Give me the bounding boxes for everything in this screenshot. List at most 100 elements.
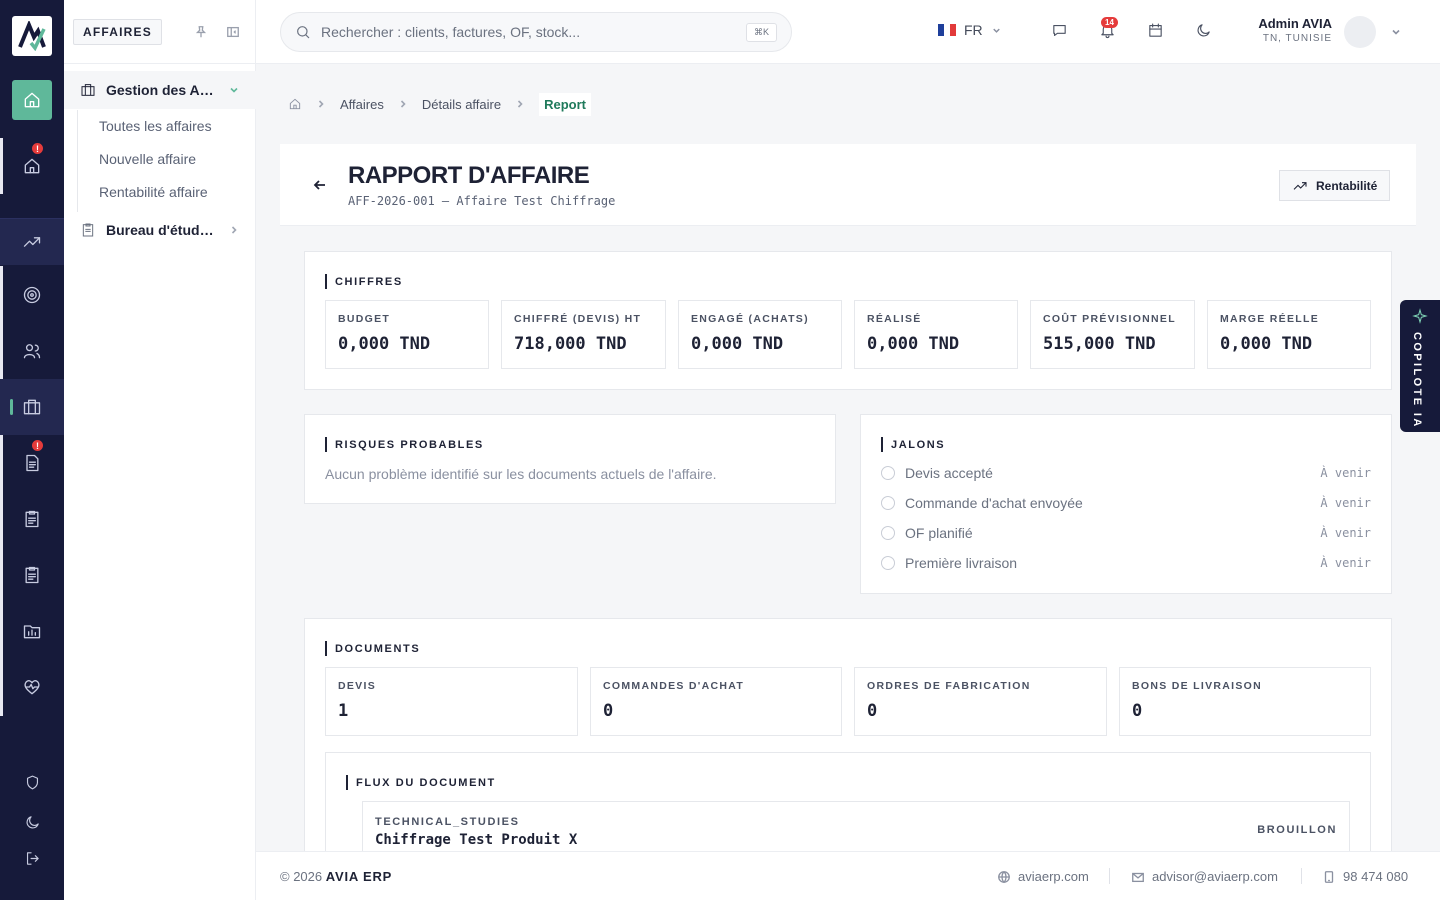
- kpi-marge-reelle: MARGE RÉELLE 0,000 TND: [1207, 300, 1371, 369]
- chevron-right-icon: [318, 100, 324, 108]
- logo-icon: [18, 21, 46, 51]
- kpi-label: CHIFFRÉ (DEVIS) HT: [514, 313, 642, 325]
- footer-copyright: © 2026 AVIA ERP: [280, 869, 392, 884]
- kpi-value: 0,000 TND: [691, 334, 784, 354]
- kpi-cout-previsionnel: COÛT PRÉVISIONNEL 515,000 TND: [1030, 300, 1195, 369]
- footer-phone[interactable]: 98 474 080: [1322, 869, 1408, 884]
- footer-email[interactable]: advisor@aviaerp.com: [1131, 869, 1278, 884]
- avatar[interactable]: [1344, 16, 1376, 48]
- doc-count-label: COMMANDES D'ACHAT: [603, 680, 745, 692]
- search-icon: [297, 26, 310, 39]
- milestone-status-icon: [881, 466, 895, 480]
- home-icon[interactable]: [288, 97, 302, 111]
- footer-email-text: advisor@aviaerp.com: [1152, 869, 1278, 884]
- flux-title: FLUX DU DOCUMENT: [346, 775, 496, 790]
- global-search[interactable]: ⌘K: [280, 12, 792, 52]
- doc-count-devis[interactable]: DEVIS 1: [325, 667, 578, 736]
- language-selector[interactable]: FR: [938, 22, 1002, 38]
- rail-logout-button[interactable]: [0, 830, 64, 886]
- arrow-left-icon[interactable]: [312, 177, 328, 193]
- folder-chart-icon: [23, 625, 41, 639]
- footer-year: © 2026: [280, 869, 323, 884]
- footer-brand: AVIA ERP: [325, 869, 393, 884]
- rentabilite-button-label: Rentabilité: [1316, 178, 1378, 193]
- briefcase-icon: [81, 84, 95, 96]
- sidebar-group-label: Bureau d'études: [106, 222, 214, 238]
- page-subtitle: AFF-2026-001 — Affaire Test Chiffrage: [348, 194, 616, 208]
- rail-alert-badge: !: [31, 439, 44, 452]
- rail-reports-button[interactable]: [0, 603, 64, 659]
- messages-button[interactable]: [1051, 22, 1071, 42]
- globe-icon: [998, 870, 1010, 883]
- sidebar-item-rentabilite[interactable]: Rentabilité affaire: [99, 184, 208, 200]
- footer-website[interactable]: aviaerp.com: [997, 869, 1089, 884]
- milestone-label: Commande d'achat envoyée: [905, 495, 1083, 511]
- doc-count-value: 0: [603, 701, 614, 721]
- chevron-down-icon[interactable]: [1390, 26, 1402, 38]
- kpi-realise: RÉALISÉ 0,000 TND: [854, 300, 1018, 369]
- doc-count-commandes[interactable]: COMMANDES D'ACHAT 0: [590, 667, 842, 736]
- rail-analytics-button[interactable]: [0, 219, 64, 265]
- user-name: Admin AVIA: [1258, 16, 1332, 31]
- sidebar-item-toutes-affaires[interactable]: Toutes les affaires: [99, 118, 212, 134]
- sidebar-item-nouvelle-affaire[interactable]: Nouvelle affaire: [99, 151, 196, 167]
- sidebar-group-label: Gestion des Affaires: [106, 82, 214, 98]
- top-header: ⌘K FR 14 Admin AVIA TN, TUNISIE: [256, 0, 1440, 64]
- kpi-value: 0,000 TND: [867, 334, 960, 354]
- milestone-status-icon: [881, 526, 895, 540]
- icon-rail: ! !: [0, 0, 64, 900]
- breadcrumb-affaires[interactable]: Affaires: [340, 97, 384, 112]
- target-icon: [23, 286, 41, 304]
- doc-count-livraisons[interactable]: BONS DE LIVRAISON 0: [1119, 667, 1371, 736]
- copilot-tab[interactable]: COPILOTE IA: [1400, 300, 1440, 432]
- kpi-label: ENGAGÉ (ACHATS): [691, 313, 809, 325]
- flag-icon: [938, 24, 956, 36]
- milestone-item: Devis accepté À venir: [881, 463, 1371, 483]
- user-info[interactable]: Admin AVIA TN, TUNISIE: [1258, 16, 1332, 44]
- module-tag: AFFAIRES: [73, 18, 162, 45]
- mail-icon: [1132, 872, 1144, 882]
- calendar-button[interactable]: [1147, 22, 1167, 42]
- rail-target-button[interactable]: [0, 267, 64, 323]
- rail-checklist-button[interactable]: [0, 547, 64, 603]
- moon-icon: [26, 815, 39, 828]
- breadcrumb: Affaires Détails affaire Report: [288, 92, 591, 116]
- doc-count-label: ORDRES DE FABRICATION: [867, 680, 1031, 692]
- theme-toggle-button[interactable]: [1195, 22, 1215, 42]
- sidebar-group-bureau-etudes[interactable]: Bureau d'études: [64, 211, 256, 249]
- shield-icon: [26, 775, 38, 789]
- heart-pulse-icon: [24, 680, 40, 695]
- notifications-badge: 14: [1101, 17, 1118, 28]
- flux-item-name: Chiffrage Test Produit X: [375, 832, 578, 848]
- rail-users-button[interactable]: [0, 323, 64, 379]
- doc-count-ordres[interactable]: ORDRES DE FABRICATION 0: [854, 667, 1107, 736]
- search-input[interactable]: [321, 24, 746, 40]
- rail-clipboard-button[interactable]: [0, 491, 64, 547]
- app-logo[interactable]: [12, 16, 52, 56]
- milestone-status: À venir: [1320, 556, 1371, 570]
- sidebar-header: AFFAIRES: [64, 0, 255, 64]
- section-title: JALONS: [881, 437, 945, 452]
- copilot-label: COPILOTE IA: [1411, 332, 1423, 429]
- sidebar-submenu: Toutes les affaires Nouvelle affaire Ren…: [77, 110, 212, 212]
- rail-home-button[interactable]: [12, 80, 52, 120]
- sidebar-group-gestion-affaires[interactable]: Gestion des Affaires: [64, 71, 256, 109]
- footer: © 2026 AVIA ERP aviaerp.com advisor@avia…: [256, 851, 1440, 900]
- briefcase-icon: [23, 399, 41, 415]
- breadcrumb-current: Report: [539, 92, 591, 116]
- doc-count-label: BONS DE LIVRAISON: [1132, 680, 1263, 692]
- sparkle-icon: [1412, 308, 1428, 324]
- kpi-label: MARGE RÉELLE: [1220, 313, 1320, 325]
- page-header-card: RAPPORT D'AFFAIRE AFF-2026-001 — Affaire…: [280, 144, 1416, 226]
- logout-icon: [26, 851, 39, 865]
- chevron-down-icon: [992, 28, 1000, 33]
- milestone-label: Devis accepté: [905, 465, 993, 481]
- rail-health-button[interactable]: [0, 659, 64, 715]
- collapse-sidebar-icon[interactable]: [226, 25, 240, 39]
- rentabilite-button[interactable]: Rentabilité: [1279, 170, 1391, 201]
- breadcrumb-details[interactable]: Détails affaire: [422, 97, 501, 112]
- pin-icon[interactable]: [194, 25, 208, 39]
- calendar-icon: [1149, 23, 1162, 37]
- milestone-item: Commande d'achat envoyée À venir: [881, 493, 1371, 513]
- footer-phone-text: 98 474 080: [1343, 869, 1409, 884]
